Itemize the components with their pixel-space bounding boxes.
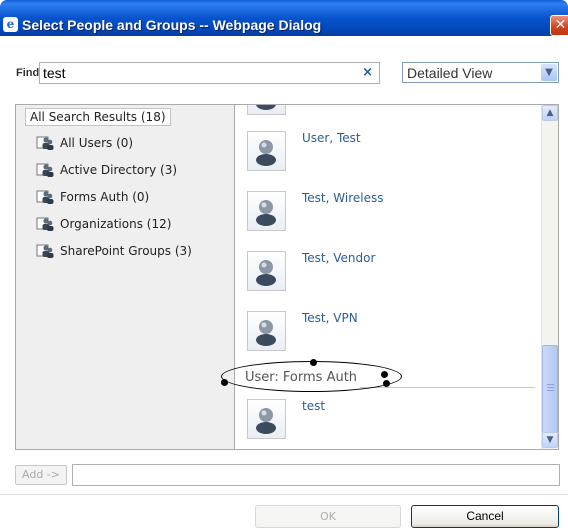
tree-item-label: Active Directory (3): [60, 163, 178, 177]
users-group-icon: [36, 244, 54, 258]
ie-app-icon: e: [3, 17, 18, 32]
view-select[interactable]: Detailed View ▼: [402, 62, 559, 83]
scroll-down-icon[interactable]: ▼: [542, 432, 558, 448]
group-divider: [360, 387, 535, 388]
close-button[interactable]: ✕: [550, 15, 568, 36]
user-avatar-icon: [247, 399, 286, 439]
scrollbar-thumb[interactable]: [542, 345, 558, 433]
group-header: User: Forms Auth: [245, 370, 358, 385]
users-group-icon: [36, 163, 54, 177]
user-avatar-icon: [247, 191, 286, 231]
footer-divider: [0, 494, 568, 495]
clear-search-icon[interactable]: ×: [362, 65, 373, 80]
chevron-down-icon[interactable]: ▼: [541, 64, 557, 81]
result-name[interactable]: Test, Vendor: [302, 251, 375, 265]
users-group-icon: [36, 190, 54, 204]
annotation-handle: [310, 359, 317, 366]
user-avatar-icon: [247, 251, 286, 291]
find-input[interactable]: [43, 65, 353, 81]
user-avatar-icon: [247, 311, 286, 351]
result-name[interactable]: User, Test: [302, 131, 361, 145]
cancel-button[interactable]: Cancel: [411, 505, 559, 528]
ok-button[interactable]: OK: [255, 505, 401, 528]
results-pane[interactable]: User, Test Test, Wireless Test, Vendor T…: [234, 104, 559, 450]
annotation-handle: [383, 380, 390, 387]
grip-icon: [547, 384, 554, 393]
search-tree-pane: All Search Results (18) All Users (0) Ac…: [15, 104, 234, 450]
annotation-handle: [221, 379, 228, 386]
find-box: ×: [39, 62, 380, 84]
users-group-icon: [36, 136, 54, 150]
users-group-icon: [36, 217, 54, 231]
title-bar[interactable]: e Select People and Groups -- Webpage Di…: [0, 0, 568, 36]
result-name[interactable]: test: [302, 399, 325, 413]
results-scrollbar[interactable]: ▲ ▼: [541, 105, 558, 449]
annotation-handle: [381, 371, 388, 378]
tree-item-label: SharePoint Groups (3): [60, 244, 192, 258]
user-avatar-icon: [247, 131, 286, 171]
find-label: Find: [16, 67, 40, 79]
result-name[interactable]: Test, Wireless: [302, 191, 383, 205]
tree-item-label: All Users (0): [60, 136, 134, 150]
view-select-value: Detailed View: [407, 65, 493, 81]
scroll-up-icon[interactable]: ▲: [542, 105, 558, 121]
tree-item-label: Organizations (12): [60, 217, 172, 231]
tree-item-label: Forms Auth (0): [60, 190, 150, 204]
user-avatar-icon: [247, 105, 286, 115]
result-name[interactable]: Test, VPN: [302, 311, 358, 325]
add-field[interactable]: [72, 464, 560, 486]
add-button[interactable]: Add ->: [15, 465, 67, 485]
window-title: Select People and Groups -- Webpage Dial…: [22, 17, 322, 33]
tree-root-all-results[interactable]: All Search Results (18): [25, 108, 171, 126]
